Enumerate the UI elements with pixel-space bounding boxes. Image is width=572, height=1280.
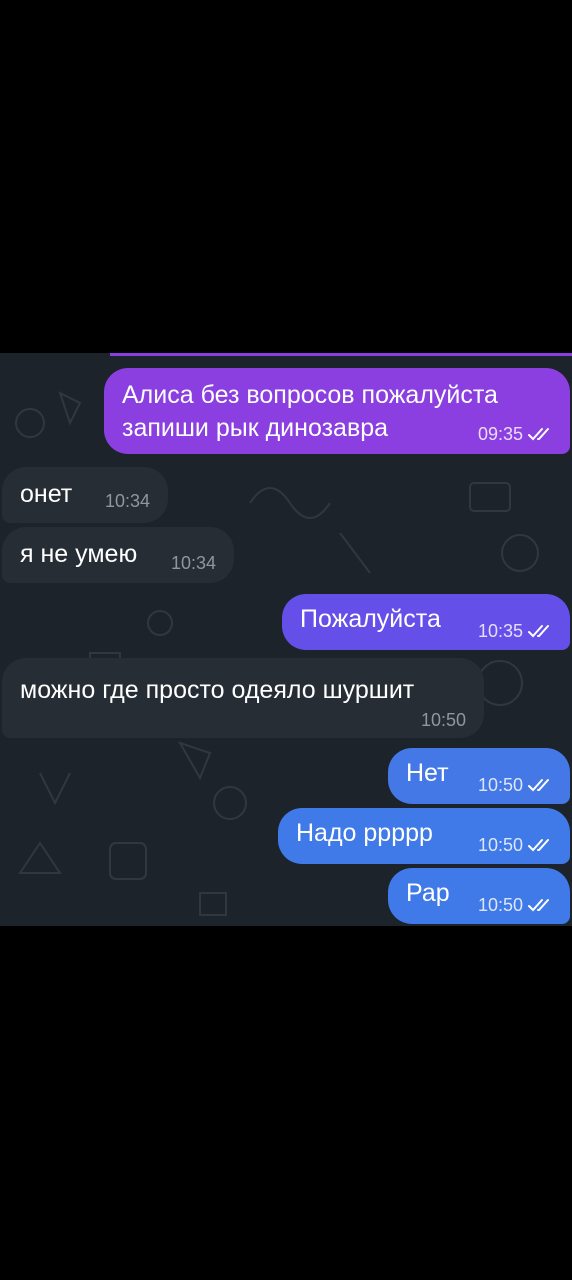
message-text: онет	[20, 480, 73, 508]
message-meta: 09:35	[478, 424, 556, 444]
chat-area[interactable]: Алиса без вопросов пожалуйста запиши рык…	[0, 353, 572, 926]
message-time: 10:50	[477, 895, 523, 915]
message-time: 09:35	[477, 424, 523, 444]
message-text: Надо ррррр	[296, 819, 433, 847]
message-time: 10:50	[477, 835, 523, 855]
message-time: 10:35	[477, 621, 523, 641]
message-bubble-incoming[interactable]: онет 10:34	[2, 467, 168, 523]
message-bubble-outgoing[interactable]: Надо ррррр 10:50	[278, 808, 570, 864]
message-text: запиши рык динозавра	[122, 414, 389, 442]
message-time: 10:50	[420, 710, 466, 730]
message-meta: 10:50	[421, 710, 466, 730]
gradient-top-edge	[110, 353, 572, 356]
double-check-icon	[528, 428, 549, 441]
double-check-icon	[528, 625, 549, 638]
message-meta: 10:34	[105, 491, 150, 511]
message-time: 10:34	[170, 553, 216, 573]
message-time: 10:50	[477, 775, 523, 795]
message-text: Пожалуйста	[300, 605, 441, 633]
message-meta: 10:50	[478, 775, 556, 795]
message-text: Алиса без вопросов пожалуйста	[122, 381, 498, 409]
message-text: Рар	[406, 879, 450, 907]
message-meta: 10:50	[478, 835, 556, 855]
message-text: можно где просто одеяло шуршит	[20, 676, 415, 704]
message-meta: 10:50	[478, 895, 556, 915]
message-text: Нет	[406, 759, 449, 787]
double-check-icon	[528, 839, 549, 852]
double-check-icon	[528, 899, 549, 912]
message-bubble-incoming[interactable]: можно где просто одеяло шуршит 10:50	[2, 658, 484, 738]
message-bubble-outgoing[interactable]: Алиса без вопросов пожалуйста запиши рык…	[104, 368, 570, 454]
message-text: я не умею	[20, 540, 138, 568]
message-bubble-outgoing[interactable]: Рар 10:50	[388, 868, 570, 924]
message-bubble-outgoing[interactable]: Нет 10:50	[388, 748, 570, 804]
message-meta: 10:34	[171, 553, 216, 573]
message-bubble-outgoing[interactable]: Пожалуйста 10:35	[282, 594, 570, 650]
message-time: 10:34	[104, 491, 150, 511]
message-bubble-incoming[interactable]: я не умею 10:34	[2, 527, 234, 583]
double-check-icon	[528, 779, 549, 792]
message-meta: 10:35	[478, 621, 556, 641]
